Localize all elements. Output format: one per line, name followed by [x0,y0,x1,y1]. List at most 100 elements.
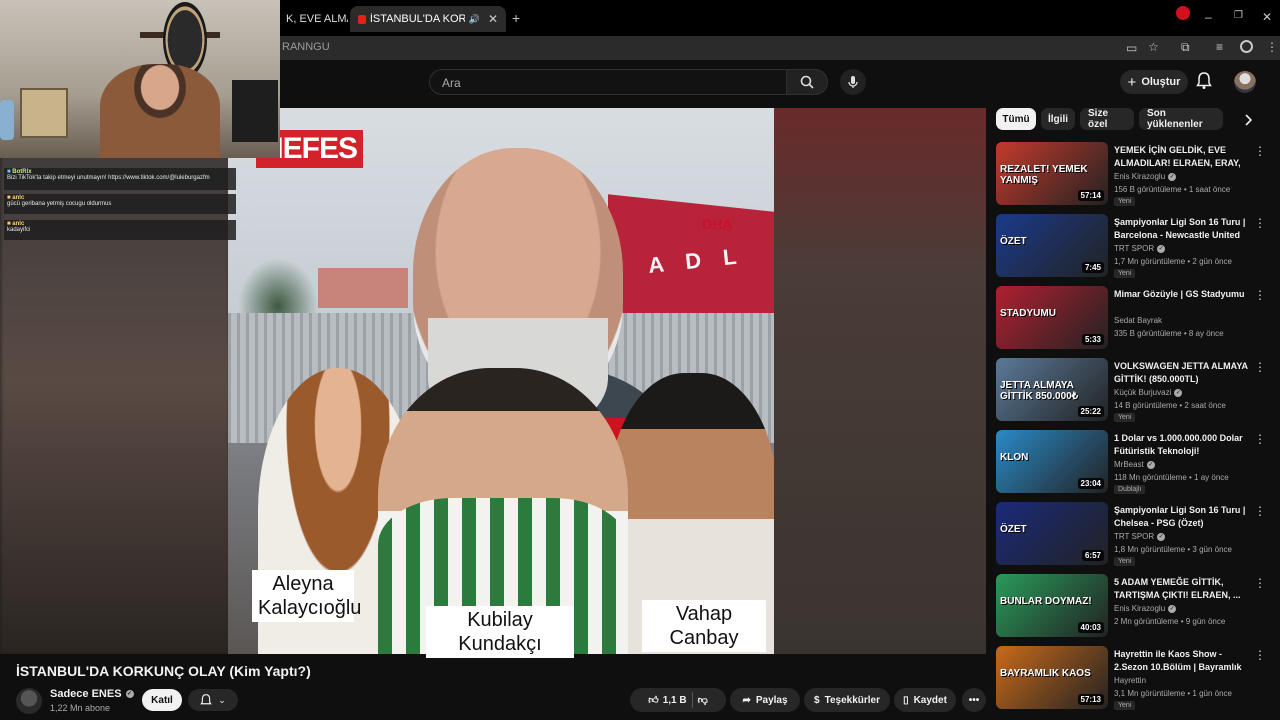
chat-message: ■ BotRix Bizi TikTok'ta takip etmeyi unu… [4,168,236,190]
recommended-video[interactable]: STADYUMU 5:33 Mimar Gözüyle | GS Stadyumu S… [996,286,1266,350]
recommended-title[interactable]: Şampiyonlar Ligi Son 16 Turu | Chelsea -… [1114,504,1250,530]
recommended-channel[interactable]: MrBeast ✓ [1114,460,1155,469]
url-text[interactable]: RANNGU [282,41,330,53]
chip-all[interactable]: Tümü [996,108,1036,130]
thumbnail-text: REZALET! YEMEK YANMIŞ [1000,164,1088,186]
chevron-right-icon[interactable] [1238,110,1258,130]
video-thumbnail[interactable]: BUNLAR DOYMAZ! 40:03 [996,574,1108,637]
chip-for-you[interactable]: Size özel [1080,108,1134,130]
new-tab-icon[interactable]: + [512,10,520,26]
recommended-video[interactable]: JETTA ALMAYA GİTTİK 850.000₺ 25:22 VOLKSWA… [996,358,1266,422]
chip-recently-uploaded[interactable]: Son yüklenenler [1139,108,1223,130]
recommended-channel[interactable]: Hayrettin [1114,676,1146,685]
chip-related[interactable]: İlgili [1041,108,1075,130]
more-options-icon[interactable]: ⋮ [1254,504,1266,518]
divider [691,692,693,708]
chat-message: ■ anlc kadayifci [4,220,236,240]
wall-poster [20,88,68,138]
like-button[interactable]: 👍︎ 1,1 B [648,694,687,707]
save-label: Kaydet [913,694,947,706]
recommended-video[interactable]: ÖZET 6:57 Şampiyonlar Ligi Son 16 Turu | C… [996,502,1266,566]
close-window-icon[interactable]: ✕ [1262,10,1272,24]
recommended-title[interactable]: 5 ADAM YEMEĞE GİTTİK, TARTIŞMA ÇIKTI! EL… [1114,576,1250,602]
share-button[interactable]: ➦ Paylaş [730,688,800,712]
share-label: Paylaş [755,694,788,706]
minimize-icon[interactable]: – [1205,10,1212,24]
chat-text: kadayifci [7,227,31,233]
profile-badge-icon[interactable] [1176,6,1190,20]
channel-name[interactable]: Sadece ENES ✓ [50,688,134,700]
video-thumbnail[interactable]: STADYUMU 5:33 [996,286,1108,349]
close-tab-icon[interactable]: ✕ [488,12,498,26]
join-button[interactable]: Katıl [142,689,182,711]
streamer [100,64,220,158]
restore-icon[interactable]: ❐ [1234,10,1243,21]
more-options-icon[interactable]: ⋮ [1254,648,1266,662]
more-actions-button[interactable]: ••• [962,688,986,712]
youtube-favicon-icon [358,14,366,24]
video-thumbnail[interactable]: KLON 23:04 [996,430,1108,493]
recommended-title[interactable]: YEMEK İÇİN GELDİK, EVE ALMADILAR! ELRAEN… [1114,144,1250,170]
channel-name-text: Hayrettin [1114,676,1147,685]
name-caption-2: Kubilay Kundakçı [426,606,574,658]
bookmark-star-icon[interactable]: ☆ [1148,40,1159,54]
thumbnail-text: BAYRAMLIK KAOS [1000,668,1091,679]
video-thumbnail[interactable]: ÖZET 7:45 [996,214,1108,277]
like-count: 1,1 B [662,694,687,706]
save-button[interactable]: ▯ Kaydet [894,688,956,712]
recommended-channel[interactable]: Enis Kirazoglu ✓ [1114,604,1177,613]
video-thumbnail[interactable]: ÖZET 6:57 [996,502,1108,565]
verified-icon: ✓ [1157,244,1166,253]
dislike-button[interactable]: 👎︎ [698,694,708,706]
more-options-icon[interactable]: ⋮ [1254,576,1266,590]
view-count-and-date: 1,8 Mn görüntüleme • 3 gün önce [1114,545,1232,554]
chat-message: ■ anlc gücü geribana yetmiş cocugu oldur… [4,194,236,214]
recommended-channel[interactable]: TRT SPOR ✓ [1114,244,1166,253]
thanks-button[interactable]: $ Teşekkürler [804,688,890,712]
bookmark-icon: ▯ [903,694,909,706]
channel-avatar[interactable] [16,688,42,714]
recommended-video[interactable]: REZALET! YEMEK YANMIŞ 57:14 YEMEK İÇİN GEL… [996,142,1266,206]
recommended-title[interactable]: VOLKSWAGEN JETTA ALMAYA GİTTİK! (850.000… [1114,360,1250,386]
speaker-icon[interactable]: 🔊 [469,14,480,25]
cast-icon[interactable]: ▭ [1126,41,1137,55]
video-thumbnail[interactable]: JETTA ALMAYA GİTTİK 850.000₺ 25:22 [996,358,1108,421]
video-thumbnail[interactable]: REZALET! YEMEK YANMIŞ 57:14 [996,142,1108,205]
media-control-icon[interactable]: ≡ [1216,40,1223,54]
voice-search-button[interactable] [840,69,866,95]
recommended-channel[interactable]: Küçük Burjuvazi ✓ [1114,388,1183,397]
more-options-icon[interactable]: ⋮ [1254,432,1266,446]
recommended-video[interactable]: BAYRAMLIK KAOS 57:13 Hayrettin ile Kaos Sh… [996,646,1266,710]
tab-title: İSTANBUL'DA KORKUNÇ OL [369,13,465,25]
recommended-title[interactable]: Hayrettin ile Kaos Show - 2.Sezon 10.Böl… [1114,648,1250,674]
recommended-title[interactable]: Mimar Gözüyle | GS Stadyumu [1114,288,1250,301]
subscriber-count: 1,22 Mn abone [50,703,111,713]
extensions-icon[interactable]: ⧉ [1181,40,1190,55]
recommended-video[interactable]: BUNLAR DOYMAZ! 40:03 5 ADAM YEMEĞE GİTTİK,… [996,574,1266,638]
recommended-title[interactable]: Şampiyonlar Ligi Son 16 Turu | Barcelona… [1114,216,1250,242]
duration-badge: 23:04 [1077,478,1104,489]
browser-menu-icon[interactable]: ⋮ [1266,40,1278,54]
thanks-label: Teşekkürler [824,694,880,706]
user-avatar[interactable] [1234,71,1256,93]
recommended-title[interactable]: 1 Dolar vs 1.000.000.000 Dolar Fütüristi… [1114,432,1250,458]
recommended-video[interactable]: ÖZET 7:45 Şampiyonlar Ligi Son 16 Turu | B… [996,214,1266,278]
more-options-icon[interactable]: ⋮ [1254,216,1266,230]
recommended-channel[interactable]: TRT SPOR ✓ [1114,532,1166,541]
video-thumbnail[interactable]: BAYRAMLIK KAOS 57:13 [996,646,1108,709]
recommended-video[interactable]: KLON 23:04 1 Dolar vs 1.000.000.000 Dolar … [996,430,1266,494]
create-button[interactable]: + Oluştur [1120,70,1188,94]
recommended-channel[interactable]: Enis Kirazoglu ✓ [1114,172,1177,181]
search-button[interactable] [786,69,828,95]
browser-tab[interactable]: K, EVE ALMA ✕ [278,6,348,32]
more-options-icon[interactable]: ⋮ [1254,144,1266,158]
more-options-icon[interactable]: ⋮ [1254,288,1266,302]
more-options-icon[interactable]: ⋮ [1254,360,1266,374]
search-input[interactable]: Ara [429,69,787,95]
recommended-channel[interactable]: Sedat Bayrak [1114,316,1162,325]
verified-icon: ✓ [1174,388,1183,397]
subscription-bell-button[interactable]: ⌄ [188,689,238,711]
notifications-button[interactable] [1196,72,1212,95]
profile-icon[interactable] [1240,40,1253,53]
browser-tab-active[interactable]: İSTANBUL'DA KORKUNÇ OL 🔊 ✕ [350,6,506,32]
